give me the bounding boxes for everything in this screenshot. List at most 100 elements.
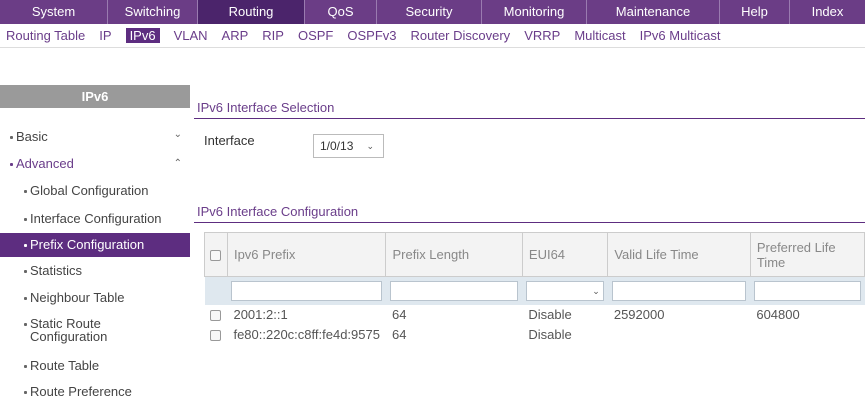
bullet-icon <box>24 391 27 395</box>
row-checkbox[interactable] <box>209 330 221 342</box>
chevron-down-icon: ⌄ <box>592 285 600 296</box>
section-title-interface-selection: IPv6 Interface Selection <box>197 100 335 115</box>
sidebar: IPv6 Basic ⌄ Advanced ⌃ Global Configura… <box>0 85 190 397</box>
bullet-icon <box>24 218 27 222</box>
sidebar-item-label: Neighbour Table <box>30 290 125 305</box>
sidebar-item-neighbour-table[interactable]: Neighbour Table <box>0 290 190 305</box>
subtab-arp[interactable]: ARP <box>222 28 249 43</box>
sidebar-item-prefix-configuration[interactable]: Prefix Configuration <box>0 233 190 257</box>
subtab-vrrp[interactable]: VRRP <box>524 28 560 43</box>
subtab-ospf[interactable]: OSPF <box>298 28 333 43</box>
sidebar-item-route-preference[interactable]: Route Preference <box>0 384 190 397</box>
tab-routing[interactable]: Routing <box>198 0 305 24</box>
bullet-icon <box>10 163 13 167</box>
bullet-icon <box>10 136 13 140</box>
sidebar-item-label: Prefix Configuration <box>30 237 145 252</box>
subtab-multicast[interactable]: Multicast <box>574 28 625 43</box>
chevron-up-icon: ⌃ <box>173 158 182 169</box>
table-cell-length: 64 <box>391 307 407 322</box>
sidebar-item-label: Basic <box>16 129 48 144</box>
prefix-length-input[interactable] <box>389 280 519 301</box>
subtab-ospfv3[interactable]: OSPFv3 <box>347 28 396 43</box>
table-cell <box>205 325 228 345</box>
chevron-down-icon: ⌄ <box>173 129 182 140</box>
bullet-icon <box>24 297 27 301</box>
column-header-valid-life-time: Valid Life Time <box>607 232 751 277</box>
valid-life-time-input[interactable] <box>611 280 747 301</box>
bullet-icon <box>24 365 27 369</box>
select-all-cell <box>204 232 228 277</box>
sidebar-item-route-table[interactable]: Route Table <box>0 358 190 373</box>
tab-maintenance[interactable]: Maintenance <box>587 0 720 24</box>
bullet-icon <box>24 270 27 274</box>
interface-select-value: 1/0/13 <box>320 139 354 153</box>
table-row[interactable]: fe80::220c:c8ff:fe4d:9575 64 Disable <box>205 325 865 345</box>
table-cell <box>205 305 228 325</box>
table-cell-eui64: Disable <box>528 307 572 322</box>
tab-security[interactable]: Security <box>377 0 482 24</box>
table-cell <box>227 276 386 305</box>
section-divider <box>194 118 865 119</box>
ipv6-prefix-input[interactable] <box>231 280 382 301</box>
table-cell <box>750 276 865 305</box>
subtab-vlan[interactable]: VLAN <box>174 28 208 43</box>
tab-qos[interactable]: QoS <box>305 0 377 24</box>
tab-help[interactable]: Help <box>720 0 790 24</box>
sub-nav: Routing Table IP IPv6 VLAN ARP RIP OSPF … <box>0 24 865 48</box>
subtab-ipv6[interactable]: IPv6 <box>125 28 160 43</box>
table-cell-valid: 2592000 <box>613 307 665 322</box>
sidebar-item-label: Route Table <box>30 358 100 373</box>
sidebar-item-label: Configuration <box>30 329 108 344</box>
tab-monitoring[interactable]: Monitoring <box>482 0 587 24</box>
interface-label: Interface <box>204 133 255 148</box>
sidebar-item-label: Route Preference <box>30 384 132 397</box>
sidebar-item-label: Advanced <box>16 156 74 171</box>
table-cell-length: 64 <box>391 327 407 342</box>
table-input-row: ⌄ <box>204 276 865 305</box>
interface-select[interactable]: 1/0/13 ⌄ <box>313 134 384 158</box>
table-cell <box>204 276 228 305</box>
table-cell-prefix: fe80::220c:c8ff:fe4d:9575 <box>233 327 380 342</box>
bullet-icon <box>24 244 27 248</box>
bullet-icon <box>24 190 27 194</box>
sidebar-item-label: Statistics <box>30 263 83 278</box>
tab-system[interactable]: System <box>0 0 108 24</box>
table-cell <box>607 276 751 305</box>
sidebar-item-static-route-configuration[interactable]: Static Route Configuration <box>0 317 190 343</box>
table-cell-eui64: Disable <box>528 327 572 342</box>
table-cell: ⌄ <box>522 276 608 305</box>
sidebar-item-advanced[interactable]: Advanced ⌃ <box>0 156 190 171</box>
preferred-life-time-input[interactable] <box>754 280 861 301</box>
sidebar-item-interface-configuration[interactable]: Interface Configuration <box>0 211 190 226</box>
chevron-down-icon: ⌄ <box>366 141 374 151</box>
table-cell-preferred: 604800 <box>756 307 800 322</box>
subtab-router-discovery[interactable]: Router Discovery <box>410 28 510 43</box>
sidebar-item-basic[interactable]: Basic ⌄ <box>0 129 190 144</box>
table-cell-prefix: 2001:2::1 <box>233 307 288 322</box>
prefix-table: Ipv6 Prefix Prefix Length EUI64 Valid Li… <box>204 232 865 345</box>
sidebar-item-label: Global Configuration <box>30 183 149 198</box>
sidebar-item-statistics[interactable]: Statistics <box>0 263 190 278</box>
sidebar-item-global-configuration[interactable]: Global Configuration <box>0 183 190 198</box>
subtab-ip[interactable]: IP <box>99 28 111 43</box>
section-divider <box>194 222 865 223</box>
bullet-icon <box>24 323 27 327</box>
row-checkbox[interactable] <box>209 310 221 322</box>
table-cell <box>385 276 523 305</box>
top-nav: System Switching Routing QoS Security Mo… <box>0 0 865 24</box>
table-cell-valid <box>608 325 751 345</box>
eui64-select[interactable]: ⌄ <box>526 280 604 301</box>
select-all-checkbox[interactable] <box>210 250 221 262</box>
section-title-interface-configuration: IPv6 Interface Configuration <box>197 204 359 219</box>
sidebar-item-label: Interface Configuration <box>30 211 162 226</box>
subtab-ipv6-multicast[interactable]: IPv6 Multicast <box>640 28 721 43</box>
sidebar-title: IPv6 <box>0 85 190 108</box>
subtab-rip[interactable]: RIP <box>262 28 284 43</box>
column-header-preferred-life-time: Preferred Life Time <box>749 232 865 277</box>
table-row[interactable]: 2001:2::1 64 Disable 2592000 604800 <box>205 305 865 325</box>
column-header-eui64: EUI64 <box>521 232 609 277</box>
subtab-routing-table[interactable]: Routing Table <box>6 28 85 43</box>
tab-switching[interactable]: Switching <box>108 0 198 24</box>
page: System Switching Routing QoS Security Mo… <box>0 0 865 397</box>
tab-index[interactable]: Index <box>790 0 865 24</box>
